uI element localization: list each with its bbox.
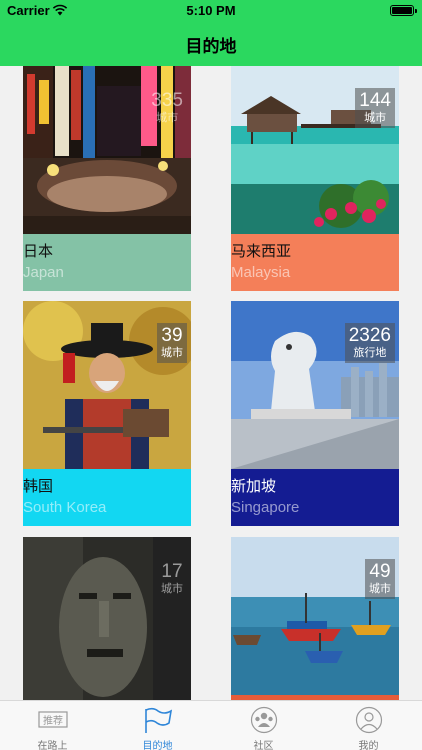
destination-photo: 49 城市	[231, 537, 399, 700]
tab-label: 目的地	[142, 741, 173, 750]
destination-card-5[interactable]: 17 城市	[23, 537, 191, 700]
destination-caption: 新加坡 Singapore	[231, 469, 399, 526]
clock: 5:10 PM	[186, 3, 236, 18]
destination-name-cn: 马来西亚	[231, 243, 292, 260]
destination-photo: 335 城市	[23, 66, 191, 234]
city-count: 335 城市	[151, 90, 183, 124]
tab-label: 我的	[358, 741, 379, 750]
destination-photo: 144 城市	[231, 66, 399, 234]
community-icon	[249, 706, 279, 734]
destination-photo: 17 城市	[23, 537, 191, 700]
recommend-badge: 推荐	[43, 714, 63, 727]
destination-name-cn: 新加坡	[231, 478, 277, 495]
destination-name-en: Malaysia	[231, 264, 291, 281]
destination-name-en: Singapore	[231, 499, 300, 516]
destination-card-singapore[interactable]: 2326 旅行地 新加坡 Singapore	[231, 301, 399, 526]
tab-label: 在路上	[37, 741, 68, 750]
tab-bar: 推荐 在路上 目的地 社区 我的	[0, 700, 422, 750]
destination-name-cn: 韩国	[23, 478, 54, 495]
destination-caption: 韩国 South Korea	[23, 469, 191, 526]
recommend-icon: 推荐	[38, 706, 68, 734]
tab-on-the-road[interactable]: 推荐 在路上	[0, 701, 105, 750]
battery-icon	[390, 5, 417, 16]
tab-profile[interactable]: 我的	[316, 701, 421, 750]
city-count: 2326 旅行地	[344, 323, 395, 363]
destination-card-malaysia[interactable]: 144 城市 马来西亚 Malaysia	[231, 66, 399, 291]
flag-icon	[143, 706, 173, 734]
tab-community[interactable]: 社区	[211, 701, 316, 750]
destination-name-en: Japan	[23, 264, 64, 281]
destination-caption: 马来西亚 Malaysia	[231, 234, 399, 291]
profile-icon	[354, 706, 384, 734]
city-count: 39 城市	[157, 323, 187, 363]
destination-caption: 日本 Japan	[23, 234, 191, 291]
city-count: 17 城市	[161, 561, 183, 595]
destination-name-en: South Korea	[23, 499, 107, 516]
destination-photo: 39 城市	[23, 301, 191, 469]
status-bar: Carrier 5:10 PM	[0, 0, 422, 22]
tab-label: 社区	[253, 741, 274, 750]
destination-card-japan[interactable]: 335 城市 日本 Japan	[23, 66, 191, 291]
tab-destination[interactable]: 目的地	[105, 701, 210, 750]
page-title: 目的地	[185, 37, 237, 56]
app-screen: Carrier 5:10 PM 目的地 335 城市 日本 Japan 144 …	[0, 0, 422, 750]
destination-grid[interactable]: 335 城市 日本 Japan 144 城市 马来西亚 Malaysia 39 …	[0, 66, 422, 700]
destination-card-south-korea[interactable]: 39 城市 韩国 South Korea	[23, 301, 191, 526]
destination-name-cn: 日本	[23, 243, 54, 260]
city-count: 49 城市	[365, 559, 395, 599]
destination-photo: 2326 旅行地	[231, 301, 399, 469]
city-count: 144 城市	[355, 88, 395, 128]
navigation-bar: Carrier 5:10 PM 目的地	[0, 0, 422, 66]
destination-card-6[interactable]: 49 城市	[231, 537, 399, 700]
